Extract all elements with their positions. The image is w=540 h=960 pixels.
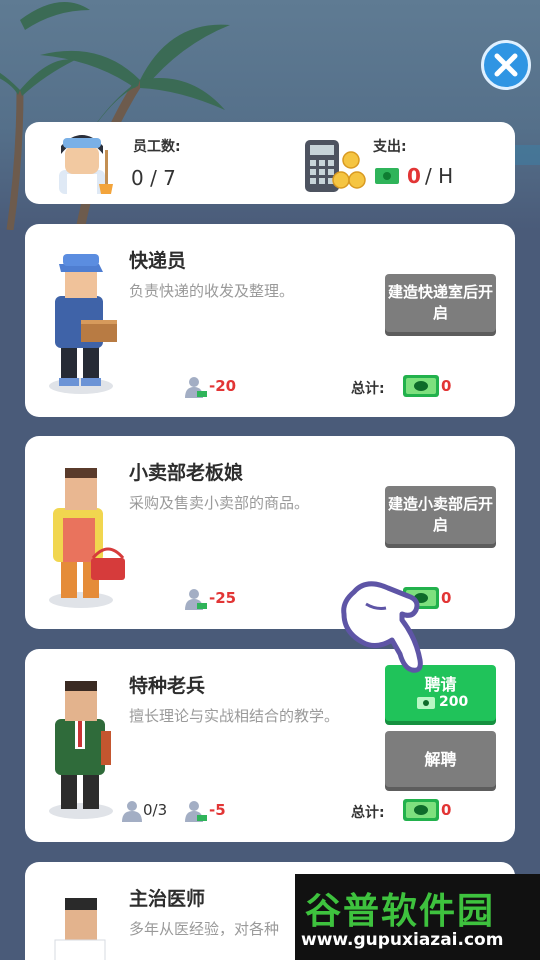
worker-name: 主治医师 — [129, 888, 206, 910]
worker-total: 0 — [441, 801, 452, 819]
locked-hire-button[interactable]: 建造小卖部后开启 — [385, 486, 496, 544]
worker-name: 快递员 — [129, 250, 187, 272]
worker-card-courier: 快递员 负责快递的收发及整理。 建造快递室后开启 -20 总计: 0 — [25, 224, 515, 417]
staff-count: 0/3 — [143, 801, 168, 819]
expense-unit: / H — [425, 164, 454, 188]
worker-description: 负责快递的收发及整理。 — [129, 282, 295, 300]
staff-count: 0 / 7 — [131, 166, 176, 190]
watermark-url: www.gupuxiazai.com — [301, 930, 504, 950]
staff-count-icon — [122, 801, 142, 822]
salary-person-icon — [185, 377, 207, 398]
worker-total: 0 — [441, 589, 452, 607]
watermark: 谷普软件园 www.gupuxiazai.com — [295, 874, 540, 960]
cash-icon — [375, 168, 399, 184]
close-button[interactable] — [481, 40, 531, 90]
locked-hire-button[interactable]: 建造快递室后开启 — [385, 274, 496, 332]
staff-icon — [59, 135, 113, 194]
total-label: 总计: — [351, 805, 385, 821]
worker-salary: -20 — [209, 377, 237, 395]
watermark-title: 谷普软件园 — [305, 891, 496, 932]
salary-person-icon — [185, 801, 207, 822]
veteran-avatar — [49, 681, 113, 819]
tutorial-hand-pointer-icon — [341, 581, 423, 673]
worker-salary: -5 — [209, 801, 226, 819]
worker-description: 擅长理论与实战相结合的教学。 — [129, 707, 340, 725]
worker-name: 小卖部老板娘 — [129, 462, 244, 484]
shop-owner-avatar — [49, 468, 125, 608]
salary-person-icon — [185, 589, 207, 610]
expense-value: 0 — [407, 164, 421, 188]
cash-icon — [403, 799, 439, 821]
summary-card: 员工数: 0 / 7 支出: 0 / H — [25, 122, 515, 204]
worker-name: 特种老兵 — [129, 675, 206, 697]
cash-icon — [403, 375, 439, 397]
worker-salary: -25 — [209, 589, 237, 607]
worker-total: 0 — [441, 377, 452, 395]
staff-label: 员工数: — [133, 139, 181, 155]
calculator-icon — [305, 140, 366, 192]
total-label: 总计: — [351, 381, 385, 397]
hire-cost: 200 — [439, 694, 469, 710]
cash-icon — [417, 697, 435, 709]
courier-avatar — [49, 254, 117, 394]
worker-description: 采购及售卖小卖部的商品。 — [129, 494, 310, 512]
close-icon — [494, 53, 518, 77]
worker-card-veteran: 特种老兵 擅长理论与实战相结合的教学。 聘请 200 解聘 0/3 -5 总计:… — [25, 649, 515, 842]
doctor-avatar — [54, 898, 106, 960]
fire-button[interactable]: 解聘 — [385, 731, 496, 787]
worker-card-shop-owner: 小卖部老板娘 采购及售卖小卖部的商品。 建造小卖部后开启 -25 0 — [25, 436, 515, 629]
expense-label: 支出: — [373, 139, 407, 155]
